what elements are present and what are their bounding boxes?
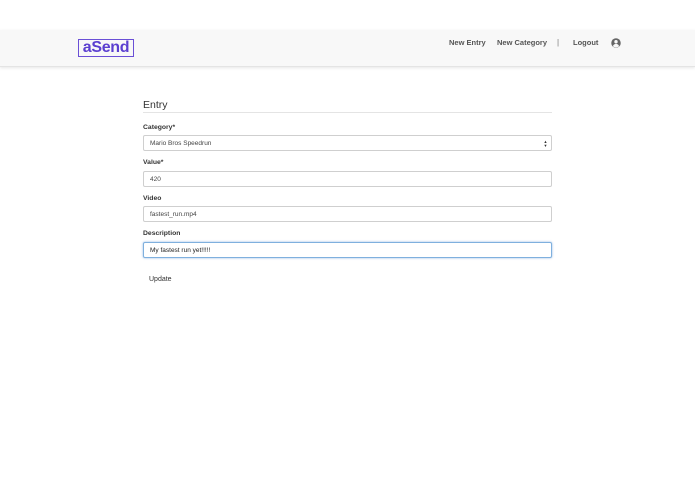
category-select[interactable]: Mario Bros Speedrun ▲ ▼ — [143, 135, 552, 151]
value-label: Value* — [143, 159, 164, 166]
nav-new-entry-link[interactable]: New Entry — [449, 38, 486, 47]
nav-logout-link[interactable]: Logout — [573, 38, 598, 47]
description-label: Description — [143, 230, 181, 237]
nav-separator: | — [557, 38, 560, 47]
description-input[interactable]: My fastest run yet!!!!! — [143, 242, 552, 258]
video-label: Video — [143, 195, 162, 202]
brand-logo[interactable]: aSend — [78, 39, 134, 57]
top-navbar: aSend — [0, 30, 695, 67]
select-arrows-icon: ▲ ▼ — [543, 138, 548, 148]
nav-new-category-link[interactable]: New Category — [497, 38, 547, 47]
value-input[interactable]: 420 — [143, 171, 552, 187]
update-button[interactable]: Update — [149, 276, 172, 283]
category-select-value: Mario Bros Speedrun — [150, 139, 212, 147]
form-title: Entry — [143, 100, 552, 113]
entry-form: Entry Category* Mario Bros Speedrun ▲ ▼ V… — [143, 100, 552, 283]
user-circle-icon[interactable] — [611, 38, 621, 48]
category-label: Category* — [143, 124, 176, 131]
video-input[interactable]: fastest_run.mp4 — [143, 206, 552, 222]
